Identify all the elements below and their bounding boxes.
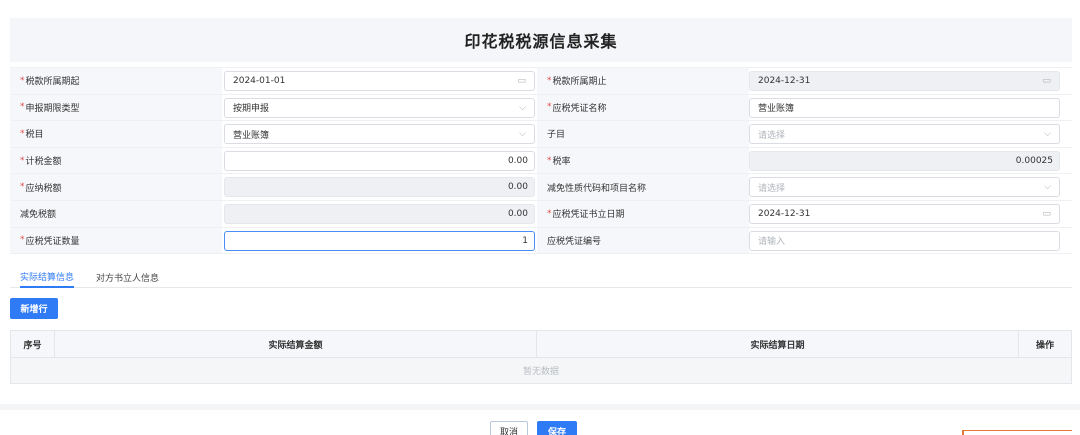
page-title: 印花税税源信息采集 [464,32,618,51]
chevron-down-icon: ⌵ [519,129,526,140]
column-header-index: 序号 [11,331,55,357]
required-mark: * [20,75,25,86]
label-text: 子目 [547,130,566,141]
input-value: 营业账簿 [758,104,795,115]
date-value: 2024-01-01 [233,76,286,86]
select-value: 按期申报 [233,104,270,115]
date-value: 2024-12-31 [758,208,811,219]
chevron-down-icon: ⌵ [1044,182,1051,193]
voucher-quantity-input[interactable]: 1 [224,230,535,251]
column-header-actions: 操作 [1035,340,1054,351]
voucher-number-input[interactable]: 请输入 [749,230,1060,251]
field-label-voucher-name: * 应税凭证名称 [537,94,749,121]
field-label-period-end: * 税款所属期止 [537,68,749,94]
label-text: 应税凭证数量 [25,236,80,247]
form-row: * 应税凭证数量 1 应税凭证编号 请输入 [10,227,1072,255]
required-mark: * [20,235,25,246]
calendar-icon: ▭ [1042,208,1051,219]
chevron-down-icon: ⌵ [1044,129,1051,140]
voucher-name-input[interactable]: 营业账簿 [749,97,1060,118]
field-label-voucher-date: * 应税凭证书立日期 [537,200,749,227]
input-placeholder: 请输入 [758,237,786,248]
form-row: * 税目 营业账簿 ⌵ 子目 请选择 ⌵ [10,121,1072,148]
form-row: * 应纳税额 0.00 减免性质代码和项目名称 请选择 ⌵ [10,174,1072,201]
tax-source-form: * 税款所属期起 2024-01-01 ▭ * 税款所属期止 2024-12-31 ▭ … [10,67,1072,255]
footer-divider [0,404,1080,410]
label-text: 应税凭证书立日期 [552,210,625,221]
floating-widget[interactable] [962,430,1072,435]
chevron-down-icon: ⌵ [519,102,526,113]
form-row: 减免税额 0.00 * 应税凭证书立日期 2024-12-31 ▭ [10,200,1072,228]
label-text: 税率 [552,157,571,168]
field-label-tax-reduction: 减免税额 [10,200,222,227]
date-value: 2024-12-31 [758,76,811,86]
input-value: 0.00025 [1015,155,1053,166]
field-label-voucher-number: 应税凭证编号 [537,227,749,254]
field-label-filing-type: * 申报期限类型 [10,94,222,121]
add-row-button[interactable]: 新增行 [10,298,58,319]
form-row: * 申报期限类型 按期申报 ⌵ * 应税凭证名称 营业账簿 [10,94,1072,122]
form-row: * 计税金额 0.00 * 税率 0.00025 [10,147,1072,175]
required-mark: * [20,182,25,193]
exemption-code-select[interactable]: 请选择 ⌵ [749,177,1060,198]
save-button[interactable]: 保存 [537,421,577,435]
calendar-icon: ▭ [1042,76,1051,86]
empty-table-text: 暂无数据 [11,358,1071,383]
required-mark: * [547,155,552,166]
label-text: 计税金额 [25,157,62,168]
field-label-sub-item: 子目 [537,121,749,147]
required-mark: * [20,155,25,166]
label-text: 税款所属期起 [25,77,80,88]
form-row: * 税款所属期起 2024-01-01 ▭ * 税款所属期止 2024-12-31 ▭ [10,68,1072,95]
input-value: 0.00 [507,155,528,166]
field-label-tax-rate: * 税率 [537,147,749,174]
calendar-icon: ▭ [517,76,526,86]
field-label-tax-item: * 税目 [10,121,222,147]
filing-type-select[interactable]: 按期申报 ⌵ [224,97,535,118]
tax-reduction-field: 0.00 [224,203,535,224]
period-start-date-picker[interactable]: 2024-01-01 ▭ [224,71,535,91]
label-text: 减免性质代码和项目名称 [547,183,647,194]
field-label-period-start: * 税款所属期起 [10,68,222,94]
field-label-exemption-code: 减免性质代码和项目名称 [537,174,749,200]
column-header-amount: 实际结算金额 [55,331,537,357]
required-mark: * [547,102,552,113]
column-header-date: 实际结算日期 [537,331,1019,357]
required-mark: * [547,208,552,219]
sub-item-select[interactable]: 请选择 ⌵ [749,124,1060,145]
field-label-voucher-quantity: * 应税凭证数量 [10,227,222,254]
label-text: 应税凭证名称 [552,103,607,114]
detail-tabs: 实际结算信息 对方书立人信息 [10,262,1072,288]
field-label-taxable-amount: * 计税金额 [10,147,222,174]
required-mark: * [20,128,25,139]
tax-rate-field: 0.00025 [749,150,1060,171]
select-value: 营业账簿 [233,130,270,141]
table-header: 序号 实际结算金额 实际结算日期 操作 [11,331,1071,358]
select-placeholder: 请选择 [758,183,786,194]
select-placeholder: 请选择 [758,130,786,141]
tax-payable-field: 0.00 [224,177,535,198]
page-header: 印花税税源信息采集 [10,18,1072,62]
period-end-date-picker: 2024-12-31 ▭ [749,71,1060,91]
required-mark: * [547,75,552,86]
label-text: 应税凭证编号 [547,236,602,247]
tax-item-select[interactable]: 营业账簿 ⌵ [224,124,535,145]
input-value: 0.00 [507,182,528,193]
input-value: 1 [522,235,528,246]
settlement-table: 序号 实际结算金额 实际结算日期 操作 暂无数据 [10,330,1072,384]
label-text: 应纳税额 [25,183,62,194]
input-value: 0.00 [507,208,528,219]
label-text: 减免税额 [20,210,57,221]
voucher-date-picker[interactable]: 2024-12-31 ▭ [749,203,1060,224]
field-label-tax-payable: * 应纳税额 [10,174,222,200]
required-mark: * [20,102,25,113]
label-text: 税款所属期止 [552,77,607,88]
taxable-amount-input[interactable]: 0.00 [224,150,535,171]
cancel-button[interactable]: 取消 [490,421,528,435]
tab-settlement-info[interactable]: 实际结算信息 [20,267,75,288]
tab-counterparty-info[interactable]: 对方书立人信息 [96,267,159,288]
label-text: 申报期限类型 [25,103,80,114]
label-text: 税目 [25,130,44,141]
